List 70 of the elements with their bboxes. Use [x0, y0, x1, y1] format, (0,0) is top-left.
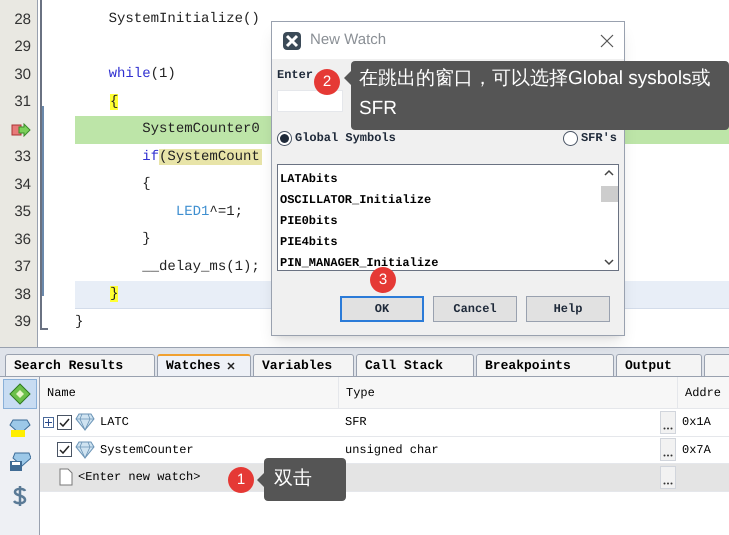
ellipsis-button[interactable] — [660, 466, 676, 489]
radio-button[interactable]: SFR's — [562, 129, 617, 147]
line-number: 31 — [14, 92, 31, 112]
ellipsis-icon — [663, 482, 673, 485]
line-number: 35 — [14, 202, 31, 222]
code-line: SystemInitialize() — [108, 10, 260, 30]
code-line: } — [141, 230, 151, 250]
scroll-down-icon[interactable] — [604, 259, 614, 266]
field-label: Enter — [277, 67, 314, 82]
code-line: { — [141, 175, 151, 194]
close-icon[interactable] — [226, 362, 235, 370]
panel-tab[interactable]: Breakpoints — [476, 354, 614, 376]
dialog-button[interactable]: Cancel — [433, 296, 517, 322]
line-number: 28 — [14, 10, 31, 30]
list-item[interactable]: OSCILLATOR_Initialize — [278, 190, 432, 211]
document-icon — [59, 468, 73, 486]
panel-tab[interactable]: Call Stack — [356, 354, 474, 376]
list-item[interactable]: PIE0bits — [278, 211, 338, 232]
panel-tab[interactable]: Search Results — [5, 354, 155, 376]
line-number: 33 — [14, 147, 31, 167]
table-row[interactable]: LATC SFR 0x1A — [40, 409, 729, 436]
code-line: SystemCounter0 — [141, 120, 260, 140]
column-header[interactable]: Type — [346, 384, 375, 402]
close-icon[interactable] — [600, 34, 614, 48]
column-header[interactable]: Name — [47, 384, 76, 402]
line-number: 30 — [14, 64, 31, 84]
current-line-arrow-icon — [11, 122, 31, 137]
code-line: while(1) — [108, 65, 176, 84]
table-cell[interactable]: <Enter new watch> — [78, 468, 200, 486]
checkbox[interactable] — [57, 442, 72, 458]
code-line: } — [75, 312, 84, 332]
table-cell[interactable]: LATC — [100, 413, 129, 432]
list-item[interactable]: PIE4bits — [278, 232, 338, 253]
line-number: 36 — [14, 230, 31, 250]
scroll-thumb[interactable] — [600, 186, 618, 202]
list-item[interactable]: LATAbits — [278, 169, 338, 190]
code-line: LED1^=1; — [174, 202, 244, 222]
gem-icon — [75, 413, 95, 432]
table-cell: 0x1A — [682, 415, 711, 430]
line-number: 34 — [14, 174, 31, 194]
table-cell[interactable]: SystemCounter — [100, 440, 194, 459]
scroll-up-icon[interactable] — [604, 169, 614, 176]
panel-tab[interactable]: Output — [616, 354, 702, 376]
code-line: if(SystemCount — [141, 148, 262, 167]
column-header[interactable]: Addre — [685, 384, 722, 402]
radio-button[interactable]: Global Symbols — [277, 129, 396, 147]
ellipsis-icon — [663, 426, 673, 430]
line-number: 38 — [14, 284, 31, 304]
line-number: 29 — [14, 37, 31, 57]
app-logo-icon — [282, 30, 302, 50]
panel-tab[interactable]: Variables — [253, 354, 354, 376]
dialog-button[interactable]: OK — [340, 296, 424, 322]
expression-field[interactable] — [277, 90, 343, 112]
table-cell: 0x7A — [682, 442, 711, 457]
panel-tab[interactable]: Watches — [157, 354, 251, 376]
ellipsis-button[interactable] — [660, 410, 676, 434]
table-cell: SFR — [345, 415, 367, 430]
dialog-button[interactable]: Help — [526, 296, 610, 322]
table-cell: unsigned char — [345, 442, 439, 457]
ellipsis-button[interactable] — [660, 438, 676, 462]
dialog-title: New Watch — [310, 30, 386, 50]
ellipsis-icon — [663, 454, 673, 458]
gem-icon — [75, 440, 95, 459]
line-number: 37 — [14, 257, 31, 277]
line-number: 39 — [14, 312, 31, 332]
expand-icon[interactable] — [43, 416, 54, 428]
callout-text: 在跳出的窗口，可以选择Global sysbols或SFR — [359, 67, 712, 121]
code-line: __delay_ms(1); — [141, 258, 260, 277]
checkbox[interactable] — [57, 414, 72, 430]
callout-text: 双击 — [274, 467, 312, 492]
